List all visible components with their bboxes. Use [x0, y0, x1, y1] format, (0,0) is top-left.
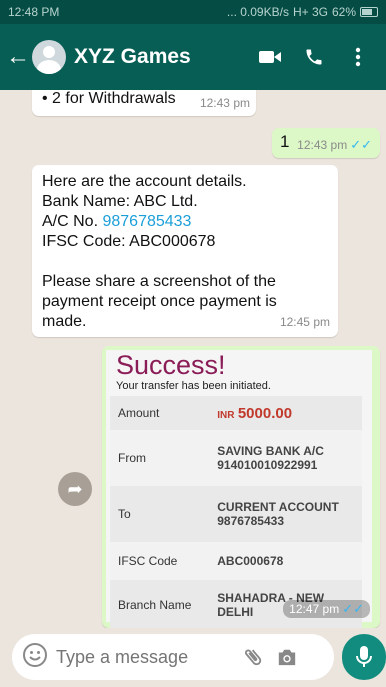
row-label: Amount	[118, 406, 160, 420]
table-row: Amount INR 5000.00	[110, 396, 362, 430]
currency-label: INR	[217, 409, 235, 421]
status-bar: 12:48 PM ... 0.09KB/s H+ 3G 62%	[0, 0, 386, 24]
message-meta: 12:43 pm ✓✓	[297, 137, 372, 153]
avatar[interactable]	[32, 40, 66, 74]
table-row: From SAVING BANK A/C 914010010922991	[110, 430, 362, 486]
emoji-icon[interactable]	[22, 642, 48, 673]
message-input-bar	[0, 628, 386, 687]
contact-name[interactable]: XYZ Games	[74, 45, 248, 69]
row-value: ABC000678	[217, 554, 284, 568]
camera-icon[interactable]	[270, 647, 304, 667]
account-number-link[interactable]: 9876785433	[102, 213, 191, 230]
message-line: Here are the account details.	[42, 173, 247, 190]
battery-icon	[360, 7, 378, 17]
receipt-subtitle: Your transfer has been initiated.	[116, 380, 271, 392]
network-speed: ... 0.09KB/s	[226, 5, 289, 19]
row-value: INR 5000.00	[209, 396, 362, 430]
value-line: 914010010922991	[217, 458, 318, 472]
message-incoming[interactable]: Here are the account details. Bank Name:…	[32, 165, 338, 337]
network-type: H+ 3G	[292, 5, 328, 19]
read-ticks-icon: ✓✓	[350, 137, 372, 152]
mic-icon[interactable]	[342, 634, 386, 680]
battery-level: 62%	[331, 5, 356, 19]
table-row: To CURRENT ACCOUNT 9876785433	[110, 486, 362, 542]
message-text: • 2 for Withdrawals	[42, 90, 176, 107]
back-arrow-icon[interactable]: ←	[6, 43, 30, 71]
message-incoming[interactable]: • 2 for Withdrawals 12:43 pm	[32, 90, 256, 116]
video-call-icon[interactable]	[248, 49, 292, 65]
row-label: From	[118, 451, 146, 465]
row-value: CURRENT ACCOUNT 9876785433	[209, 486, 362, 542]
phone-icon[interactable]	[292, 47, 336, 67]
account-label: A/C No.	[42, 213, 99, 230]
row-label: To	[118, 507, 131, 521]
receipt-title: Success!	[116, 350, 226, 380]
message-meta: 12:47 pm ✓✓	[283, 600, 370, 618]
receipt-table: Amount INR 5000.00 From SAVING BANK A/C 9…	[110, 396, 362, 628]
message-image-outgoing[interactable]: Success! Your transfer has been initiate…	[102, 346, 380, 628]
row-label: Branch Name	[118, 598, 192, 612]
message-time: 12:43 pm	[297, 138, 348, 152]
message-time: 12:47 pm	[289, 602, 340, 616]
message-line: A/C No. 9876785433	[42, 212, 328, 232]
value-line: SAVING BANK A/C	[217, 444, 324, 458]
message-line: IFSC Code: ABC000678	[42, 233, 216, 250]
message-input[interactable]	[56, 646, 236, 668]
read-ticks-icon: ✓✓	[342, 601, 364, 616]
message-time: 12:43 pm	[199, 96, 250, 110]
message-outgoing[interactable]: 1 12:43 pm ✓✓	[272, 128, 380, 158]
message-time: 12:45 pm	[279, 315, 330, 329]
message-line: Bank Name: ABC Ltd.	[42, 193, 198, 210]
status-time: 12:48 PM	[8, 5, 60, 19]
row-label: IFSC Code	[118, 554, 178, 568]
chat-area[interactable]: • 2 for Withdrawals 12:43 pm 1 12:43 pm …	[0, 90, 386, 628]
value-line: 9876785433	[217, 514, 284, 528]
paperclip-icon[interactable]	[236, 646, 270, 668]
chat-header: ← XYZ Games	[0, 24, 386, 90]
value-line: CURRENT ACCOUNT	[217, 500, 339, 514]
message-composer[interactable]	[12, 634, 334, 680]
row-value: SAVING BANK A/C 914010010922991	[209, 430, 362, 486]
table-row: IFSC Code ABC000678	[110, 542, 362, 580]
amount-value: 5000.00	[237, 404, 293, 422]
status-indicators: ... 0.09KB/s H+ 3G 62%	[227, 5, 378, 19]
more-vert-icon[interactable]	[336, 47, 380, 67]
forward-icon[interactable]: ➦	[58, 472, 92, 506]
payment-receipt-image: Success! Your transfer has been initiate…	[106, 350, 372, 628]
message-text: 1	[280, 132, 290, 151]
